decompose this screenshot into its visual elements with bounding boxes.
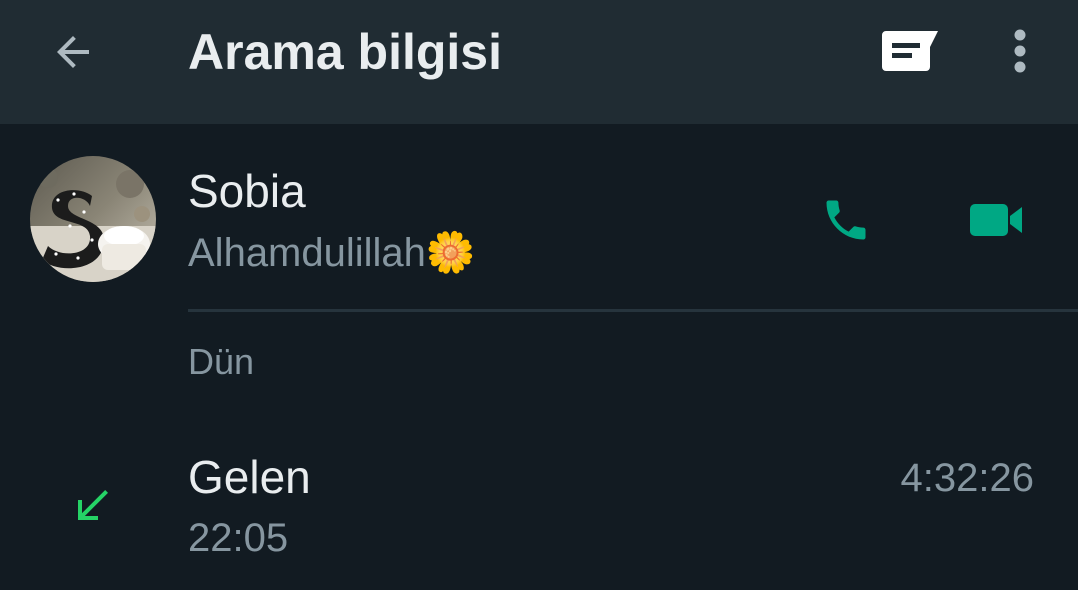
- video-camera-icon: [970, 204, 1022, 236]
- video-call-button[interactable]: [956, 186, 1036, 254]
- top-app-bar: Arama bilgisi: [0, 0, 1078, 124]
- contact-name: Sobia: [188, 165, 306, 217]
- call-duration: 4:32:26: [900, 456, 1034, 500]
- call-date-header: Dün: [188, 341, 255, 382]
- call-direction: [62, 476, 122, 536]
- call-log-row: Gelen 22:05 4:32:26: [0, 420, 1078, 590]
- page-title: Arama bilgisi: [188, 24, 502, 80]
- back-button[interactable]: [38, 22, 108, 82]
- call-type: Gelen: [188, 451, 311, 503]
- call-info-screen: Arama bilgisi Sobia Alhamdulillah🌼 Dün G…: [0, 0, 1078, 590]
- incoming-arrow-icon: [78, 490, 108, 520]
- new-message-icon: [882, 31, 938, 71]
- contact-status: Alhamdulillah🌼: [188, 231, 476, 275]
- avatar-image: [30, 156, 156, 282]
- phone-icon: [826, 200, 866, 240]
- more-options-button[interactable]: [996, 20, 1044, 82]
- voice-call-button[interactable]: [808, 186, 884, 254]
- arrow-left-icon: [57, 36, 89, 68]
- more-vertical-icon: [1014, 29, 1026, 73]
- divider: [188, 309, 1078, 312]
- call-time: 22:05: [188, 516, 289, 560]
- new-message-button[interactable]: [872, 20, 948, 82]
- avatar[interactable]: [30, 156, 156, 282]
